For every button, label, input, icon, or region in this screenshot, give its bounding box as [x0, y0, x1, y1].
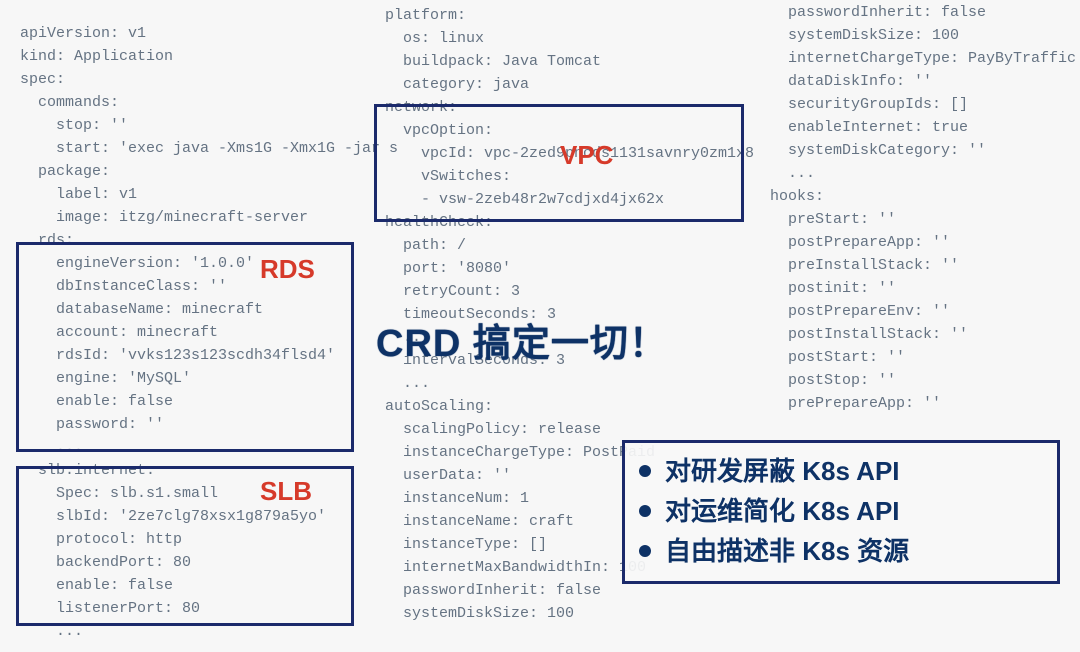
code-line: preInstallStack: '' [770, 254, 1080, 277]
code-line: port: '8080' [385, 257, 755, 280]
code-line: apiVersion: v1 [20, 22, 370, 45]
bullet-text: 对运维简化 K8s API [665, 491, 900, 531]
code-line: healthCheck: [385, 211, 755, 234]
code-line: - vsw-2zeb48r2w7cdjxd4jx62x [385, 188, 755, 211]
code-line: vpcOption: [385, 119, 755, 142]
code-line: engine: 'MySQL' [20, 367, 370, 390]
code-line: systemDiskCategory: '' [770, 139, 1080, 162]
code-line: buildpack: Java Tomcat [385, 50, 755, 73]
code-line: enable: false [20, 390, 370, 413]
code-line: kind: Application [20, 45, 370, 68]
code-line: postStart: '' [770, 346, 1080, 369]
code-line: rdsId: 'vvks123s123scdh34flsd4' [20, 344, 370, 367]
bullet-item: 自由描述非 K8s 资源 [639, 531, 1043, 571]
code-line: protocol: http [20, 528, 370, 551]
code-line: stop: '' [20, 114, 370, 137]
code-line: systemDiskSize: 100 [770, 24, 1080, 47]
bullet-icon [639, 505, 651, 517]
code-line: slb.internet: [20, 459, 370, 482]
code-line: postStop: '' [770, 369, 1080, 392]
code-line: postInstallStack: '' [770, 323, 1080, 346]
code-line: Spec: slb.s1.small [20, 482, 370, 505]
code-line: vSwitches: [385, 165, 755, 188]
code-line: spec: [20, 68, 370, 91]
code-line: os: linux [385, 27, 755, 50]
code-line: ... [20, 620, 370, 643]
code-line: databaseName: minecraft [20, 298, 370, 321]
bullet-item: 对运维简化 K8s API [639, 491, 1043, 531]
code-line: password: '' [20, 413, 370, 436]
code-line: internetChargeType: PayByTraffic [770, 47, 1080, 70]
code-line: retryCount: 3 [385, 280, 755, 303]
code-line: package: [20, 160, 370, 183]
code-line: enable: false [20, 574, 370, 597]
code-line: category: java [385, 73, 755, 96]
code-line: postinit: '' [770, 277, 1080, 300]
code-line: ... [385, 372, 755, 395]
code-line: path: / [385, 234, 755, 257]
code-line: commands: [20, 91, 370, 114]
code-line: platform: [385, 4, 755, 27]
code-line: engineVersion: '1.0.0' [20, 252, 370, 275]
code-line: passwordInherit: false [770, 1, 1080, 24]
code-line: backendPort: 80 [20, 551, 370, 574]
code-line: postPrepareEnv: '' [770, 300, 1080, 323]
yaml-column-1: apiVersion: v1kind: Applicationspec: com… [20, 0, 370, 652]
code-line: dataDiskInfo: '' [770, 70, 1080, 93]
code-line: prePrepareApp: '' [770, 392, 1080, 415]
code-line: securityGroupIds: [] [770, 93, 1080, 116]
code-line: postPrepareApp: '' [770, 231, 1080, 254]
code-line: enableInternet: true [770, 116, 1080, 139]
headline-crd: CRD 搞定一切！ [376, 312, 668, 367]
bullet-icon [639, 465, 651, 477]
code-line: listenerPort: 80 [20, 597, 370, 620]
code-line: start: 'exec java -Xms1G -Xmx1G -jar s [20, 137, 370, 160]
code-line: label: v1 [20, 183, 370, 206]
code-line: scalingPolicy: release [385, 418, 755, 441]
bullet-text: 对研发屏蔽 K8s API [665, 451, 900, 491]
code-line: vpcId: vpc-2zed9pncds1131savnry0zm1x8 [385, 142, 755, 165]
code-line: systemDiskSize: 100 [385, 602, 755, 625]
code-line: network: [385, 96, 755, 119]
bullet-icon [639, 545, 651, 557]
code-line: dbInstanceClass: '' [20, 275, 370, 298]
code-line: preStart: '' [770, 208, 1080, 231]
code-line: hooks: [770, 185, 1080, 208]
code-line: image: itzg/minecraft-server [20, 206, 370, 229]
code-line: rds: [20, 229, 370, 252]
bullet-text: 自由描述非 K8s 资源 [665, 531, 909, 571]
code-line: autoScaling: [385, 395, 755, 418]
code-line: slbId: '2ze7clg78xsx1g879a5yo' [20, 505, 370, 528]
code-line: ... [20, 436, 370, 459]
bullet-item: 对研发屏蔽 K8s API [639, 451, 1043, 491]
code-line: account: minecraft [20, 321, 370, 344]
code-line: ... [770, 162, 1080, 185]
bullets-panel: 对研发屏蔽 K8s API 对运维简化 K8s API 自由描述非 K8s 资源 [622, 440, 1060, 584]
